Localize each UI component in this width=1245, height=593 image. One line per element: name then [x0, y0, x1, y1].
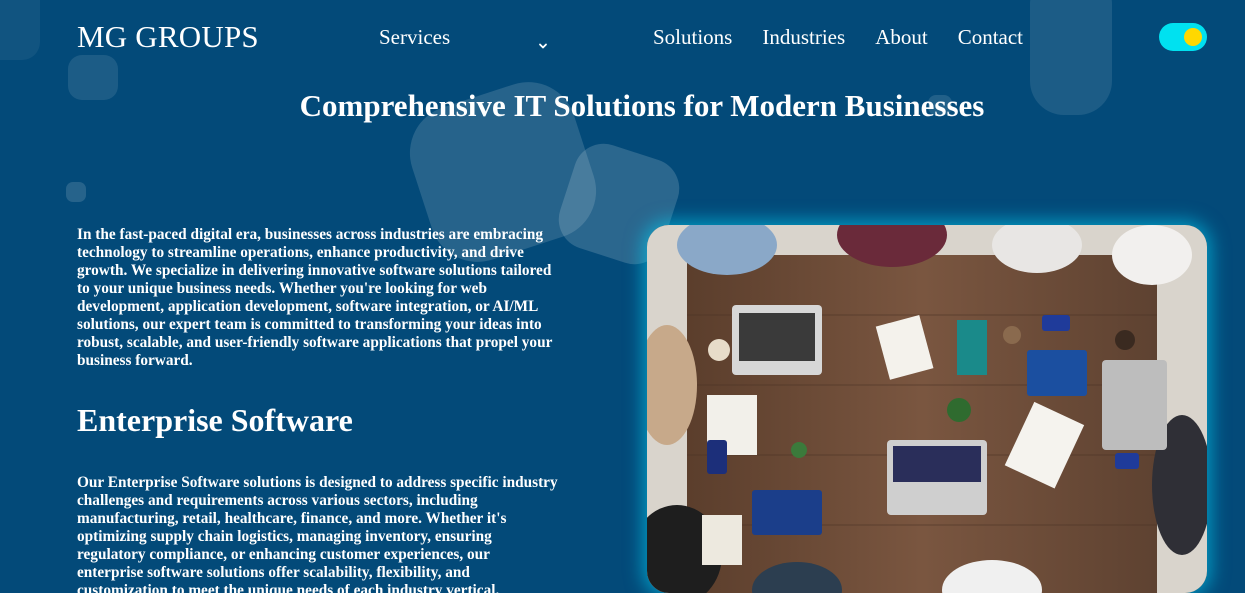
- nav-link-solutions[interactable]: Solutions: [653, 23, 732, 51]
- main-nav: Solutions Industries About Contact: [653, 23, 1023, 51]
- page: MG GROUPS Services Solutions Industries …: [0, 0, 1245, 593]
- nav-link-contact[interactable]: Contact: [958, 23, 1023, 51]
- nav-link-industries[interactable]: Industries: [762, 23, 845, 51]
- site-logo[interactable]: MG GROUPS: [77, 19, 259, 55]
- services-label: Services: [379, 24, 451, 49]
- team-meeting-photo: [647, 225, 1207, 593]
- intro-paragraph: In the fast-paced digital era, businesse…: [77, 226, 553, 369]
- chevron-down-icon: [538, 32, 548, 49]
- enterprise-software-paragraph: Our Enterprise Software solutions is des…: [77, 474, 558, 593]
- hero-title: Comprehensive IT Solutions for Modern Bu…: [299, 88, 985, 123]
- toggle-knob-icon: [1184, 28, 1202, 46]
- enterprise-software-heading: Enterprise Software: [77, 402, 353, 438]
- nav-link-about[interactable]: About: [875, 23, 928, 51]
- theme-toggle[interactable]: [1159, 23, 1207, 51]
- services-dropdown[interactable]: Services: [379, 23, 554, 51]
- background-shape: [66, 182, 86, 202]
- site-header: MG GROUPS Services Solutions Industries …: [0, 0, 1245, 74]
